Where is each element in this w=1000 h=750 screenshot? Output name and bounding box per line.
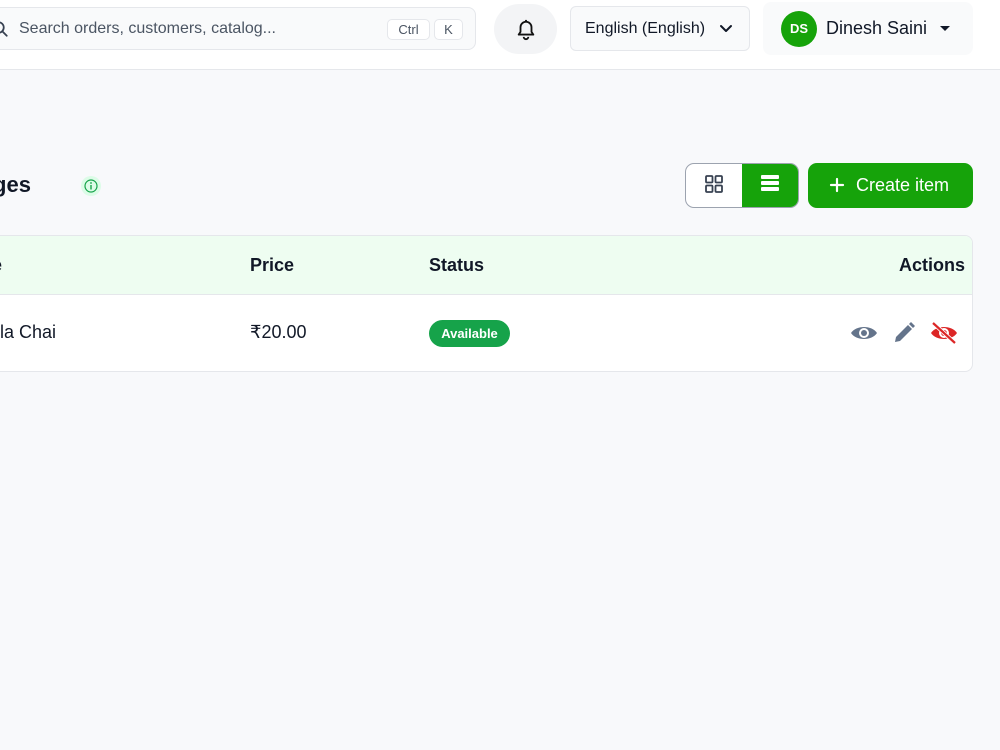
shortcut-ctrl-key: Ctrl (387, 19, 430, 40)
notifications-button[interactable] (494, 4, 557, 54)
search-icon (0, 21, 8, 37)
view-icon[interactable] (849, 320, 879, 346)
language-label: English (English) (585, 20, 706, 37)
edit-icon[interactable] (889, 320, 919, 346)
status-badge: Available (429, 320, 510, 347)
create-item-label: Create item (856, 175, 950, 195)
user-name: Dinesh Saini (826, 18, 928, 38)
item-name: sala Chai (0, 322, 57, 342)
chevron-down-icon (720, 25, 732, 32)
caret-down-icon (940, 26, 950, 31)
search-bar[interactable]: Search orders, customers, catalog... Ctr… (0, 7, 476, 50)
plus-icon (829, 177, 845, 193)
page-title: erages (0, 172, 31, 197)
column-header-price[interactable]: Price (250, 255, 294, 276)
list-view-button[interactable] (742, 164, 798, 207)
shortcut-k-key: K (434, 19, 463, 40)
item-price: ₹20.00 (250, 322, 307, 342)
top-bar: Search orders, customers, catalog... Ctr… (0, 0, 1000, 70)
hide-icon[interactable] (929, 320, 959, 346)
user-menu[interactable]: DS Dinesh Saini (763, 2, 973, 55)
grid-icon (705, 175, 723, 193)
bell-icon (517, 19, 535, 41)
view-toggle (685, 163, 799, 208)
grid-view-button[interactable] (686, 164, 742, 207)
column-header-name[interactable]: ne (0, 255, 2, 276)
create-item-button[interactable]: Create item (808, 163, 973, 208)
column-header-actions: Actions (899, 255, 966, 275)
search-placeholder[interactable]: Search orders, customers, catalog... (19, 20, 276, 38)
column-header-status[interactable]: Status (429, 255, 484, 276)
language-selector[interactable]: English (English) (570, 6, 750, 51)
table-header: ne Price Status Actions (0, 236, 972, 295)
info-icon[interactable] (81, 176, 101, 196)
items-table: ne Price Status Actions sala Chai ₹20.00… (0, 235, 973, 372)
avatar: DS (781, 11, 817, 47)
list-icon (761, 175, 779, 191)
